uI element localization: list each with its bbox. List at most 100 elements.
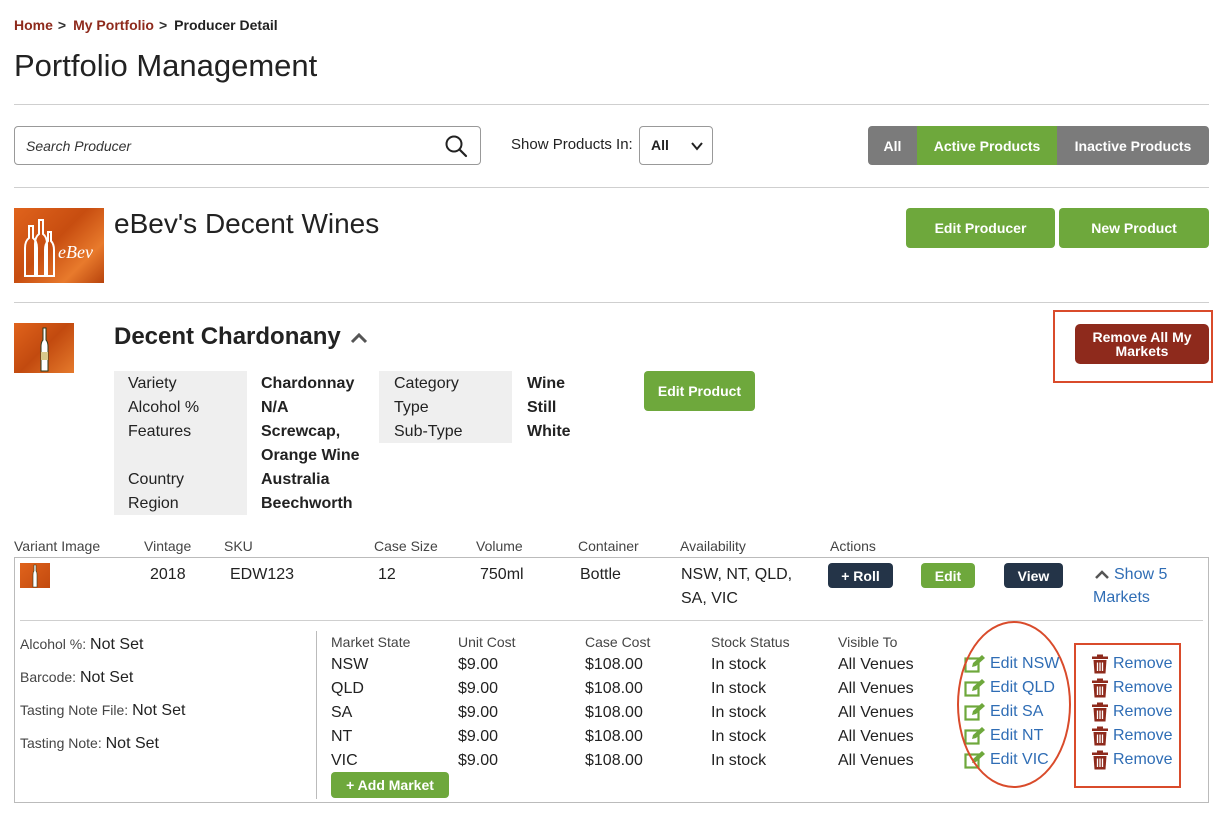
product-title[interactable]: Decent Chardonany [114, 323, 369, 351]
product-name: Decent Chardonany [114, 323, 341, 350]
column-header-actions: Actions [830, 538, 876, 554]
meta-label: Barcode: [20, 669, 77, 685]
market-visible-to: All Venues [838, 680, 914, 697]
market-unit-cost: $9.00 [458, 728, 499, 745]
chevron-up-icon [1095, 570, 1109, 579]
column-header-vintage: Vintage [144, 538, 192, 554]
market-header-case-cost: Case Cost [585, 634, 651, 650]
meta-label: Tasting Note File: [20, 702, 129, 718]
producer-logo: eBev [14, 208, 104, 283]
market-header-visible-to: Visible To [838, 634, 898, 650]
add-market-button[interactable]: + Add Market [331, 772, 449, 798]
attr-label-region: Region [128, 495, 179, 512]
divider [20, 620, 1203, 621]
breadcrumb-home-link[interactable]: Home [14, 17, 53, 33]
roll-button[interactable]: + Roll [828, 563, 893, 588]
attr-value-category: Wine [527, 375, 566, 392]
attr-value-region: Beechworth [261, 495, 353, 512]
annotation-highlight-box [1074, 643, 1181, 788]
market-case-cost: $108.00 [585, 656, 643, 673]
remove-all-markets-button[interactable]: Remove All My Markets [1075, 324, 1209, 364]
attr-label-type: Type [394, 399, 429, 416]
edit-producer-button[interactable]: Edit Producer [906, 208, 1055, 248]
producer-name: eBev's Decent Wines [114, 208, 380, 239]
breadcrumb: Home > My Portfolio > Producer Detail [14, 17, 278, 33]
column-header-variant-image: Variant Image [14, 538, 101, 554]
meta-alcohol: Alcohol %: Not Set [20, 636, 143, 654]
chevron-up-icon[interactable] [349, 331, 369, 345]
show-products-selected-value: All [651, 137, 669, 153]
market-stock-status: In stock [711, 656, 767, 673]
divider [14, 187, 1209, 188]
market-unit-cost: $9.00 [458, 704, 499, 721]
attr-value-features: Screwcap, [261, 423, 341, 440]
attr-label-subtype: Sub-Type [394, 423, 463, 440]
new-product-button[interactable]: New Product [1059, 208, 1209, 248]
chevron-down-icon [691, 142, 703, 151]
market-stock-status: In stock [711, 680, 767, 697]
tab-all-products[interactable]: All [868, 126, 917, 165]
breadcrumb-separator: > [57, 17, 67, 33]
meta-tasting-note-file: Tasting Note File: Not Set [20, 702, 185, 720]
market-stock-status: In stock [711, 704, 767, 721]
search-field[interactable] [14, 126, 481, 165]
meta-value: Not Set [79, 669, 134, 686]
market-visible-to: All Venues [838, 752, 914, 769]
market-stock-status: In stock [711, 728, 767, 745]
edit-product-button[interactable]: Edit Product [644, 371, 755, 411]
attr-value-alcohol: N/A [261, 399, 289, 416]
meta-value: Not Set [90, 636, 144, 653]
variant-availability: NSW, NT, QLD, [681, 566, 793, 583]
market-visible-to: All Venues [838, 656, 914, 673]
tab-inactive-products[interactable]: Inactive Products [1057, 126, 1209, 165]
market-visible-to: All Venues [838, 728, 914, 745]
breadcrumb-portfolio-link[interactable]: My Portfolio [73, 17, 154, 33]
search-icon[interactable] [444, 134, 468, 158]
market-case-cost: $108.00 [585, 704, 643, 721]
product-image [14, 323, 74, 373]
attr-label-alcohol: Alcohol % [128, 399, 200, 416]
attr-label-country: Country [128, 471, 185, 488]
attr-value-subtype: White [527, 423, 571, 440]
meta-value: Not Set [132, 702, 186, 719]
market-state: SA [331, 704, 353, 721]
market-state: VIC [331, 752, 358, 769]
attr-value-type: Still [527, 399, 557, 416]
market-header-unit-cost: Unit Cost [458, 634, 516, 650]
market-case-cost: $108.00 [585, 752, 643, 769]
divider [14, 104, 1209, 105]
attr-label-category: Category [394, 375, 459, 392]
show-markets-toggle[interactable]: Show 5 Markets [1093, 566, 1167, 607]
divider [14, 302, 1209, 303]
variant-availability-cont: SA, VIC [681, 590, 738, 607]
attr-value-features-cont: Orange Wine [261, 447, 360, 464]
remove-all-markets-label-line2: Markets [1115, 343, 1169, 359]
market-state: NSW [331, 656, 369, 673]
variant-sku: EDW123 [230, 566, 295, 583]
breadcrumb-separator: > [158, 17, 168, 33]
market-stock-status: In stock [711, 752, 767, 769]
market-unit-cost: $9.00 [458, 752, 499, 769]
meta-value: Not Set [105, 735, 159, 752]
tab-active-products[interactable]: Active Products [917, 126, 1057, 165]
variant-volume: 750ml [480, 566, 524, 583]
wine-bottle-icon [40, 327, 49, 372]
divider [316, 631, 317, 799]
wine-bottles-icon: eBev [24, 219, 93, 277]
variant-case-size: 12 [378, 566, 396, 583]
variant-vintage: 2018 [150, 566, 186, 583]
show-products-select[interactable]: All [639, 126, 713, 165]
search-input[interactable] [15, 127, 415, 164]
annotation-highlight-ellipse [957, 621, 1071, 788]
meta-barcode: Barcode: Not Set [20, 669, 133, 687]
market-state: QLD [331, 680, 364, 697]
attr-label-features: Features [128, 423, 192, 440]
market-header-stock-status: Stock Status [711, 634, 790, 650]
show-markets-label-cont: Markets [1093, 589, 1150, 606]
edit-variant-button[interactable]: Edit [921, 563, 975, 588]
view-variant-button[interactable]: View [1004, 563, 1063, 588]
column-header-case-size: Case Size [374, 538, 438, 554]
market-unit-cost: $9.00 [458, 680, 499, 697]
market-case-cost: $108.00 [585, 680, 643, 697]
market-state: NT [331, 728, 353, 745]
